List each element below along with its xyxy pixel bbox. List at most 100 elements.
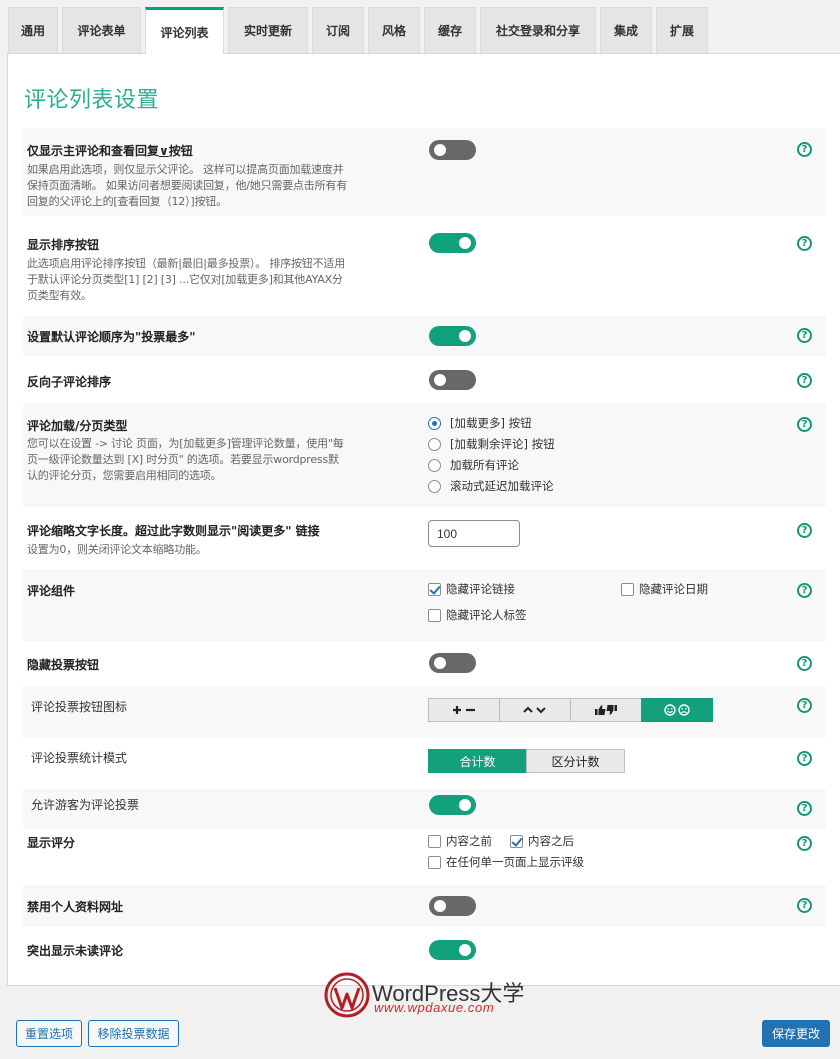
option-label: [加载更多] 按钮 [450,416,532,430]
tab-label: 评论列表 [160,25,209,40]
option-label: 隐藏评论链接 [446,582,515,596]
help-icon[interactable]: ? [797,583,812,598]
setting-row-hide-vote-buttons: 隐藏投票按钮 ? [23,643,826,683]
setting-row-reverse-children: 反向子评论排序 ? [23,360,826,400]
help-icon[interactable]: ? [797,801,812,816]
radio-button[interactable] [428,479,441,493]
setting-row-default-order: 设置默认评论顺序为"投票最多" ? [23,316,826,356]
page-title: 评论列表设置 [24,88,160,113]
highlight-unread-toggle[interactable] [429,940,476,960]
tab-subscription[interactable]: 订阅 [312,7,364,53]
help-icon[interactable]: ? [797,836,812,851]
tab-label: 扩展 [669,24,694,38]
pagination-option-load-rest[interactable]: [加载剩余评论] 按钮 [428,436,555,452]
setting-row-excerpt-length: 评论缩略文字长度。超过此字数则显示"阅读更多" 链接 设置为0，则关闭评论文本缩… [23,511,826,569]
reverse-children-toggle[interactable] [429,370,476,390]
checkbox[interactable] [428,582,441,596]
option-label: 隐藏评论人标签 [446,608,527,622]
help-icon[interactable]: ? [797,142,812,157]
help-icon[interactable]: ? [797,328,812,343]
tab-live-update[interactable]: 实时更新 [228,7,308,53]
watermark-url: www.wpdaxue.com [374,1000,495,1015]
tab-cache[interactable]: 缓存 [424,7,476,53]
setting-label: 评论加载/分页类型 [27,419,128,433]
radio-button[interactable] [428,416,441,430]
help-icon[interactable]: ? [797,373,812,388]
vote-icon-selector [428,698,713,722]
pagination-option-load-all[interactable]: 加载所有评论 [428,457,519,473]
tab-label: 社交登录和分享 [495,24,580,38]
rating-any-page-option[interactable]: 在任何单一页面上显示评级 [428,854,584,870]
thumbs-up-down-option[interactable] [570,698,642,722]
tab-addons[interactable]: 扩展 [656,7,708,53]
option-label: 内容之后 [528,834,574,848]
setting-label: 禁用个人资料网址 [27,900,124,914]
pagination-option-load-more[interactable]: [加载更多] 按钮 [428,415,532,431]
view-replies-link[interactable]: ∨ [159,144,169,158]
help-icon[interactable]: ? [797,236,812,251]
option-label: 在任何单一页面上显示评级 [446,855,584,869]
tab-label: 通用 [20,24,45,38]
tab-label: 评论表单 [77,24,126,38]
checkbox[interactable] [428,834,441,848]
tab-comment-list[interactable]: 评论列表 [145,7,224,54]
checkbox[interactable] [621,582,634,596]
hide-commenter-label-option[interactable]: 隐藏评论人标签 [428,607,527,623]
checkbox[interactable] [510,834,523,848]
remove-vote-data-button[interactable]: 移除投票数据 [88,1020,179,1047]
excerpt-length-input[interactable] [428,520,520,547]
label-text: 按钮 [168,144,193,158]
smiley-frowny-option[interactable] [641,698,713,722]
tab-comment-form[interactable]: 评论表单 [62,7,141,53]
settings-tabs: 通用 评论表单 评论列表 实时更新 订阅 风格 缓存 社交登录和分享 集成 扩展 [8,7,712,54]
help-icon[interactable]: ? [797,698,812,713]
setting-row-pagination: 评论加载/分页类型 您可以在设置 -> 讨论 页面，为[加载更多]管理评论数量，… [23,403,826,507]
help-icon[interactable]: ? [797,751,812,766]
setting-label: 隐藏投票按钮 [27,658,100,672]
show-replies-toggle[interactable] [429,140,476,160]
rating-before-content-option[interactable]: 内容之前 [428,833,492,849]
toggle-knob [459,799,471,811]
settings-panel: 评论列表设置 仅显示主评论和查看回复∨按钮 如果启用此选项，则仅显示父评论。 这… [7,53,840,986]
setting-description: 设置为0，则关闭评论文本缩略功能。 [27,543,207,556]
guest-vote-toggle[interactable] [429,795,476,815]
separate-count-option[interactable]: 区分计数 [526,749,625,773]
hide-comment-date-option[interactable]: 隐藏评论日期 [621,581,708,597]
disable-profile-url-toggle[interactable] [429,896,476,916]
tab-social-login[interactable]: 社交登录和分享 [480,7,596,53]
help-icon[interactable]: ? [797,656,812,671]
save-changes-button[interactable]: 保存更改 [762,1020,830,1047]
hide-comment-link-option[interactable]: 隐藏评论链接 [428,581,515,597]
vote-count-mode-selector: 合计数 区分计数 [428,749,625,773]
help-icon[interactable]: ? [797,523,812,538]
option-label: 加载所有评论 [450,458,519,472]
setting-description: 您可以在设置 -> 讨论 页面，为[加载更多]管理评论数量，使用"每页一级评论数… [27,437,344,482]
pagination-option-lazy-load[interactable]: 滚动式延迟加载评论 [428,478,554,494]
hide-vote-buttons-toggle[interactable] [429,653,476,673]
setting-description: 此选项启用评论排序按钮（最新|最旧|最多投票）。 排序按钮不适用于默认评论分页类… [27,257,346,302]
plus-minus-option[interactable] [428,698,500,722]
chevron-up-down-option[interactable] [499,698,571,722]
help-icon[interactable]: ? [797,898,812,913]
checkbox[interactable] [428,855,441,869]
tab-integration[interactable]: 集成 [600,7,652,53]
help-icon[interactable]: ? [797,417,812,432]
option-label: 隐藏评论日期 [639,582,708,596]
setting-row-sort-buttons: 显示排序按钮 此选项启用评论排序按钮（最新|最旧|最多投票）。 排序按钮不适用于… [23,222,826,310]
checkbox[interactable] [428,608,441,622]
reset-options-button[interactable]: 重置选项 [16,1020,82,1047]
radio-button[interactable] [428,437,441,451]
toggle-knob [434,657,446,669]
total-count-option[interactable]: 合计数 [428,749,527,773]
tab-style[interactable]: 风格 [368,7,420,53]
tab-general[interactable]: 通用 [8,7,58,53]
rating-after-content-option[interactable]: 内容之后 [510,833,574,849]
option-label: 内容之前 [446,834,492,848]
tab-label: 订阅 [325,24,350,38]
radio-button[interactable] [428,458,441,472]
default-order-toggle[interactable] [429,326,476,346]
toggle-knob [434,374,446,386]
setting-label: 评论缩略文字长度。超过此字数则显示"阅读更多" 链接 [27,524,320,538]
sort-buttons-toggle[interactable] [429,233,476,253]
setting-label: 评论组件 [27,584,76,598]
